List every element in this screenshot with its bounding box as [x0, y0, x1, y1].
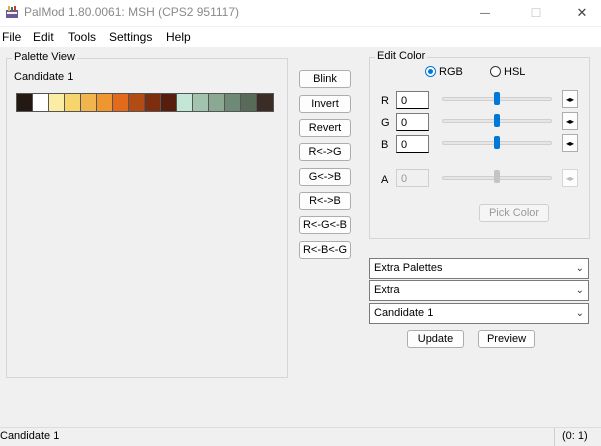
chevron-down-icon: ⌄ — [575, 263, 584, 274]
radio-selected-dot — [428, 69, 433, 74]
hsl-radio[interactable] — [490, 66, 501, 77]
extra-palettes-dropdown[interactable]: Extra Palettes ⌄ — [369, 258, 589, 279]
palette-swatch[interactable] — [97, 94, 113, 111]
window-title: PalMod 1.80.0061: MSH (CPS2 951117) — [24, 5, 240, 19]
palette-swatch[interactable] — [49, 94, 65, 111]
maximize-button[interactable]: ☐ — [513, 0, 559, 26]
hsl-radio-label: HSL — [504, 66, 526, 78]
update-button[interactable]: Update — [407, 330, 464, 348]
candidate-value: Candidate 1 — [374, 307, 434, 319]
menu-edit[interactable]: Edit — [33, 30, 54, 44]
green-value-input[interactable]: 0 — [396, 113, 429, 131]
menu-settings[interactable]: Settings — [109, 30, 152, 44]
blue-slider-thumb[interactable] — [494, 136, 500, 149]
red-slider-thumb[interactable] — [494, 92, 500, 105]
palette-swatches — [16, 93, 274, 112]
swap-r-g-button[interactable]: R<->G — [299, 143, 351, 161]
blue-value-input[interactable]: 0 — [396, 135, 429, 153]
rgb-radio-label: RGB — [439, 66, 463, 78]
palette-swatch[interactable] — [177, 94, 193, 111]
palette-swatch[interactable] — [81, 94, 97, 111]
spin-arrows-icon: ◂▸ — [565, 94, 575, 104]
spin-arrows-icon: ◂▸ — [565, 116, 575, 126]
invert-button[interactable]: Invert — [299, 95, 351, 113]
palette-swatch[interactable] — [65, 94, 81, 111]
alpha-slider-thumb[interactable] — [494, 170, 500, 183]
red-spin-button[interactable]: ◂▸ — [562, 90, 578, 108]
palette-swatch[interactable] — [161, 94, 177, 111]
green-spin-button[interactable]: ◂▸ — [562, 112, 578, 130]
status-palette-name: Candidate 1 — [0, 430, 60, 442]
palette-swatch[interactable] — [209, 94, 225, 111]
rgb-radio[interactable] — [425, 66, 436, 77]
red-value-input[interactable]: 0 — [396, 91, 429, 109]
close-button[interactable]: ✕ — [559, 0, 601, 26]
menu-help[interactable]: Help — [166, 30, 191, 44]
status-divider — [554, 428, 555, 446]
palette-swatch[interactable] — [129, 94, 145, 111]
alpha-spin-button[interactable]: ◂▸ — [562, 169, 578, 187]
palette-swatch[interactable] — [193, 94, 209, 111]
swap-g-b-button[interactable]: G<->B — [299, 168, 351, 186]
palette-view-title: Palette View — [12, 51, 77, 63]
status-bar: Candidate 1 (0: 1) — [0, 427, 601, 446]
close-icon: ✕ — [576, 5, 588, 20]
blue-channel-label: B — [381, 139, 389, 151]
extra-palettes-value: Extra Palettes — [374, 262, 443, 274]
menu-file[interactable]: File — [2, 30, 21, 44]
spin-arrows-icon: ◂▸ — [565, 138, 575, 148]
swap-r-b-button[interactable]: R<->B — [299, 192, 351, 210]
title-bar: PalMod 1.80.0061: MSH (CPS2 951117) — ☐ … — [0, 0, 601, 26]
candidate-dropdown[interactable]: Candidate 1 ⌄ — [369, 303, 589, 324]
menu-bar: File Edit Tools Settings Help — [0, 27, 601, 47]
alpha-value-input[interactable]: 0 — [396, 169, 429, 187]
rotate-r-g-b-button[interactable]: R<-G<-B — [299, 216, 351, 234]
palette-swatch[interactable] — [145, 94, 161, 111]
status-position: (0: 1) — [562, 430, 588, 442]
chevron-down-icon: ⌄ — [575, 285, 584, 296]
spin-arrows-icon: ◂▸ — [565, 173, 575, 183]
palette-swatch[interactable] — [33, 94, 49, 111]
red-channel-label: R — [381, 95, 389, 107]
green-channel-label: G — [381, 117, 390, 129]
palette-name-label: Candidate 1 — [14, 71, 74, 83]
blue-spin-button[interactable]: ◂▸ — [562, 134, 578, 152]
edit-color-title: Edit Color — [375, 50, 428, 62]
palmod-app-icon — [5, 5, 19, 19]
extra-value: Extra — [374, 284, 400, 296]
preview-button[interactable]: Preview — [478, 330, 535, 348]
revert-button[interactable]: Revert — [299, 119, 351, 137]
palette-swatch[interactable] — [225, 94, 241, 111]
pick-color-button[interactable]: Pick Color — [479, 204, 549, 222]
chevron-down-icon: ⌄ — [575, 308, 584, 319]
palette-swatch[interactable] — [17, 94, 33, 111]
extra-dropdown[interactable]: Extra ⌄ — [369, 280, 589, 301]
palette-swatch[interactable] — [113, 94, 129, 111]
palette-swatch[interactable] — [257, 94, 273, 111]
green-slider-thumb[interactable] — [494, 114, 500, 127]
palette-swatch[interactable] — [241, 94, 257, 111]
blink-button[interactable]: Blink — [299, 70, 351, 88]
alpha-channel-label: A — [381, 174, 389, 186]
minimize-icon: — — [480, 7, 490, 19]
maximize-icon: ☐ — [530, 6, 542, 20]
rotate-r-b-g-button[interactable]: R<-B<-G — [299, 241, 351, 259]
menu-tools[interactable]: Tools — [68, 30, 96, 44]
minimize-button[interactable]: — — [462, 0, 508, 26]
